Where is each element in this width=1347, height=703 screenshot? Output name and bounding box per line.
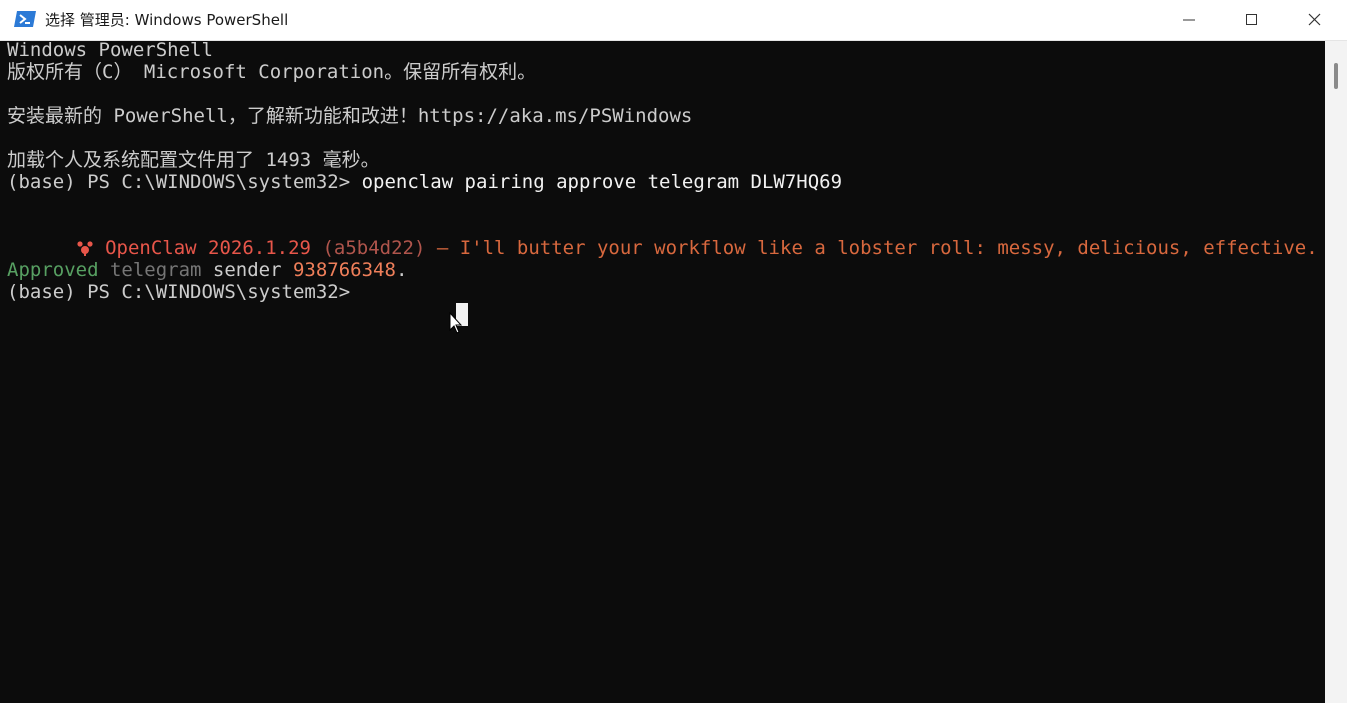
terminal-line: Windows PowerShell — [7, 41, 213, 61]
result-line: Approved telegram sender 938766348. — [7, 259, 407, 281]
mouse-pointer-icon — [449, 312, 463, 334]
text: 版权所有（C） Microsoft Corporation。保留所有权利。 — [7, 61, 537, 83]
banner-line: OpenClaw 2026.1.29 (a5b4d22) — I'll butt… — [7, 215, 1318, 259]
window-title: 选择 管理员: Windows PowerShell — [45, 11, 289, 29]
command-line: (base) PS C:\WINDOWS\system32> openclaw … — [7, 171, 842, 193]
period: . — [395, 259, 408, 281]
terminal-line: 安装最新的 PowerShell，了解新功能和改进！https://aka.ms… — [7, 105, 692, 127]
text: 安装最新的 PowerShell，了解新功能和改进！https://aka.ms… — [7, 105, 693, 127]
command-text: openclaw pairing approve telegram DLW7HQ… — [361, 171, 843, 193]
sender-id: 938766348 — [292, 259, 396, 281]
prompt: (base) PS C:\WINDOWS\system32> — [7, 281, 351, 303]
minimize-icon — [1183, 19, 1195, 21]
banner-hash: (a5b4d22) — [311, 237, 426, 259]
title-bar[interactable]: 选择 管理员: Windows PowerShell — [0, 0, 1347, 41]
terminal-line: 加载个人及系统配置文件用了 1493 毫秒。 — [7, 149, 380, 171]
text: 加载个人及系统配置文件用了 1493 毫秒。 — [7, 149, 380, 171]
terminal-output[interactable]: Windows PowerShell 版权所有（C） Microsoft Cor… — [0, 41, 1325, 703]
approved-status: Approved — [7, 259, 99, 281]
scroll-thumb[interactable] — [1334, 63, 1338, 89]
close-icon — [1308, 13, 1321, 26]
prompt-line: (base) PS C:\WINDOWS\system32> — [7, 281, 350, 303]
powershell-window: 选择 管理员: Windows PowerShell Windows Power… — [0, 0, 1347, 703]
terminal-line: 版权所有（C） Microsoft Corporation。保留所有权利。 — [7, 61, 536, 83]
banner-tagline: — I'll butter your workflow like a lobst… — [425, 237, 1318, 259]
powershell-icon — [14, 11, 36, 27]
channel-text: telegram — [98, 259, 202, 281]
text: Windows PowerShell — [7, 41, 213, 61]
maximize-button[interactable] — [1222, 0, 1282, 40]
lobster-icon — [77, 241, 93, 256]
close-button[interactable] — [1285, 0, 1345, 40]
banner-name: OpenClaw 2026.1.29 — [105, 237, 311, 259]
sender-label: sender — [201, 259, 293, 281]
vertical-scrollbar[interactable] — [1325, 41, 1347, 703]
maximize-icon — [1246, 14, 1257, 25]
prompt: (base) PS C:\WINDOWS\system32> — [7, 171, 362, 193]
minimize-button[interactable] — [1159, 0, 1219, 40]
